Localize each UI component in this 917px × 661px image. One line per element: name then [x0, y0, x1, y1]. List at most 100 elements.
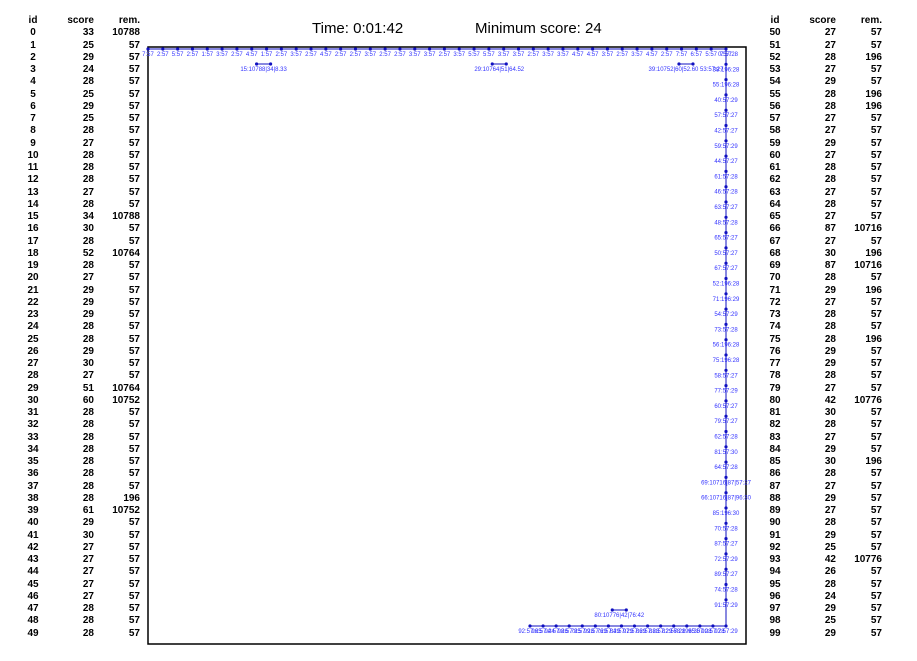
point-label: 61:57:28	[714, 174, 738, 180]
point-label: 56:196:28	[713, 343, 740, 349]
point-label: 4:57	[246, 52, 258, 58]
point-label: 3:57	[290, 52, 302, 58]
point-label: 2:57	[616, 52, 628, 58]
route-point	[176, 47, 180, 51]
point-label: 3:57	[424, 52, 436, 58]
route-point	[724, 552, 728, 556]
point-label: 3:57	[409, 52, 421, 58]
route-point	[694, 47, 698, 51]
point-label: 3:57	[453, 52, 465, 58]
route-point	[531, 47, 535, 51]
point-label: 64:57:28	[714, 465, 738, 471]
route-point	[620, 47, 624, 51]
point-label: 2:57	[661, 52, 673, 58]
cluster-point	[624, 608, 628, 612]
route-point	[580, 624, 584, 628]
route-point	[724, 307, 728, 311]
route-point	[368, 47, 372, 51]
point-label: 71:196:29	[713, 297, 740, 303]
point-label: 52:196:28	[713, 282, 740, 288]
point-label: 2:57	[394, 52, 406, 58]
route-point	[442, 47, 447, 51]
route-point	[724, 368, 728, 372]
route-point	[724, 460, 728, 464]
point-label: 7:57	[142, 52, 154, 58]
route-point	[635, 47, 639, 51]
route-point	[606, 624, 611, 628]
route-point	[724, 78, 728, 82]
route-point	[724, 399, 728, 403]
point-label: 59:57:29	[714, 144, 738, 150]
point-label: 57:57:27	[714, 113, 738, 119]
point-label: 81:57:30	[714, 450, 738, 456]
route-point	[724, 322, 728, 326]
route-point	[685, 624, 689, 628]
route-point	[294, 47, 298, 51]
point-label: 73:57:28	[714, 327, 738, 333]
route-point	[264, 47, 269, 51]
route-point	[724, 429, 728, 434]
route-point	[250, 47, 254, 51]
point-label: 5:57	[172, 52, 184, 58]
route-point	[724, 185, 728, 189]
point-label: 79:57:27	[714, 419, 738, 425]
route-point	[724, 521, 728, 525]
route-point	[561, 47, 565, 51]
route-point	[398, 47, 402, 51]
point-label: 2:57	[350, 52, 362, 58]
route-point	[646, 624, 650, 628]
point-label: 4:57	[646, 52, 658, 58]
route-point	[665, 47, 669, 51]
point-label: 70:57:28	[714, 526, 738, 532]
route-point	[593, 624, 597, 628]
route-point	[724, 338, 728, 342]
route-point	[339, 47, 343, 51]
point-label: 54:57:29	[714, 312, 738, 318]
route-point	[724, 384, 728, 388]
route-point	[353, 47, 358, 51]
point-label: 3:57	[513, 52, 525, 58]
route-point	[672, 624, 676, 628]
point-label: 5:57	[483, 52, 495, 58]
cluster-point	[504, 62, 508, 66]
point-label: 0:57:28	[718, 52, 739, 58]
cluster-point	[677, 62, 681, 66]
point-label: 3:57	[631, 52, 643, 58]
route-point	[724, 231, 728, 235]
route-point	[724, 475, 728, 479]
route-point	[724, 108, 728, 112]
point-label: 40:57:29	[714, 98, 738, 104]
route-point	[659, 624, 663, 628]
point-label: 2:57	[157, 52, 169, 58]
cluster-point	[269, 62, 273, 66]
route-point	[724, 353, 728, 357]
route-point	[383, 47, 387, 51]
point-label: 3:57	[364, 52, 376, 58]
route-point	[205, 47, 209, 51]
point-label: 69:10716|87|57:27	[701, 480, 751, 486]
route-point	[161, 47, 165, 51]
route-point	[724, 506, 728, 510]
point-label: 15:10788|34|8.33	[240, 67, 287, 73]
route-point	[724, 215, 728, 219]
route-point	[724, 276, 728, 281]
point-label: 44:57:27	[714, 159, 738, 165]
route-point	[724, 154, 728, 158]
point-label: 3:57	[542, 52, 554, 58]
route-point	[724, 93, 728, 97]
point-label: 62:57:28	[714, 435, 738, 441]
route-point	[724, 537, 728, 541]
point-label: 29:10764|51|64.52	[474, 67, 524, 73]
point-label: 4:57	[572, 52, 584, 58]
point-label: 2:57	[187, 52, 199, 58]
route-point	[711, 624, 715, 628]
route-point	[413, 47, 417, 51]
route-plot: 7:57 2:57 5:57 2:57 1:57 3:57 2:57 4:57 1:57 2:57…	[142, 46, 752, 645]
point-label: 2:57	[335, 52, 347, 58]
plot-frame	[147, 46, 747, 645]
cluster-point	[255, 62, 259, 66]
route-point	[502, 47, 506, 51]
route-point	[724, 261, 728, 265]
point-label: 74:57:28	[714, 588, 738, 594]
route-point	[724, 200, 728, 204]
